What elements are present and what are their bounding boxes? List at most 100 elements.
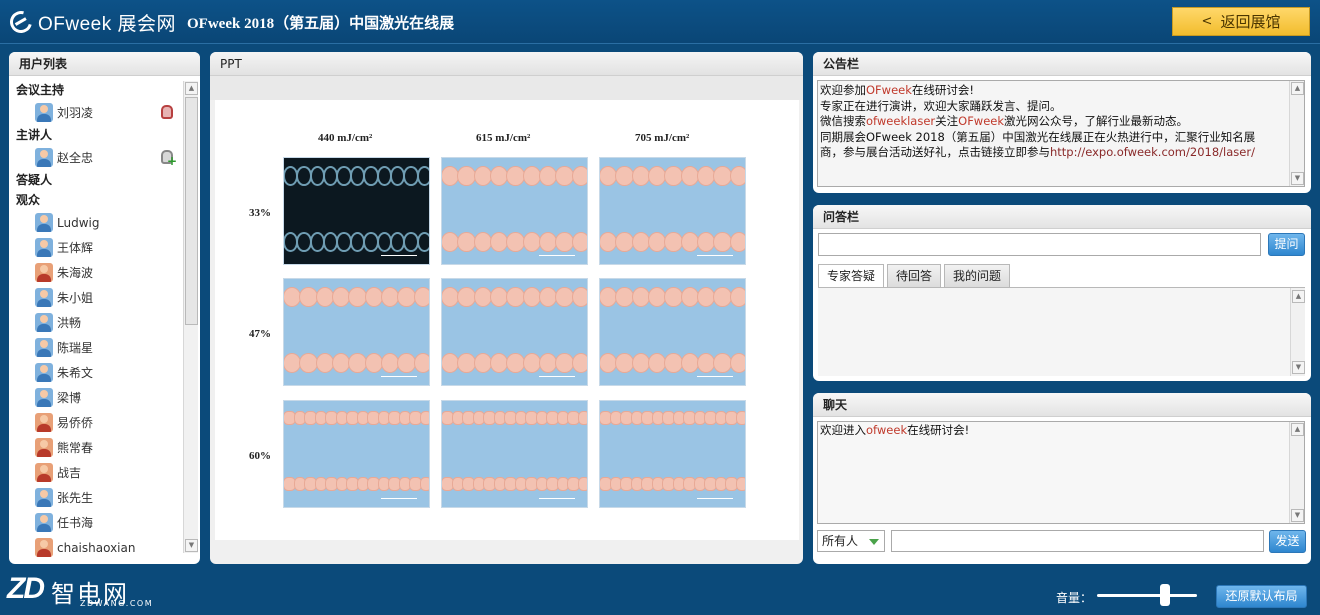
user-row-audience[interactable]: Ludwig <box>9 210 181 235</box>
user-row-host[interactable]: 刘羽凌 <box>9 100 181 125</box>
slide-row-label: 33% <box>249 207 271 219</box>
notice-line: 商，参与展台活动送好礼，点击链接立即参与http://expo.ofweek.c… <box>820 145 1255 159</box>
notice-panel: 公告栏 欢迎参加OFweek在线研讨会! 专家正在进行演讲，欢迎大家踊跃发言、提… <box>813 52 1311 193</box>
user-row-audience[interactable]: 王体辉 <box>9 235 181 260</box>
notice-board: 欢迎参加OFweek在线研讨会! 专家正在进行演讲，欢迎大家踊跃发言、提问。 微… <box>817 80 1305 187</box>
user-name: 易侨侨 <box>57 416 94 430</box>
mic-muted-icon[interactable] <box>161 105 173 119</box>
micrograph-image <box>441 400 588 508</box>
tab-pending[interactable]: 待回答 <box>887 264 942 287</box>
notice-title: 公告栏 <box>813 52 1311 76</box>
question-input[interactable] <box>818 233 1261 256</box>
zd-brand-url: ZDWANG.COM <box>80 599 154 608</box>
ofweek-logo[interactable]: OFweek 展会网 <box>5 6 176 38</box>
bead-strip <box>600 353 745 373</box>
chat-input[interactable] <box>891 530 1264 552</box>
scroll-down-icon[interactable]: ▼ <box>1291 509 1304 522</box>
chat-scrollbar[interactable]: ▲ ▼ <box>1289 422 1304 523</box>
zdwang-logo[interactable]: ZD 智电网 ZDWANG.COM <box>7 572 152 609</box>
scroll-down-icon[interactable]: ▼ <box>1292 361 1305 374</box>
expo-link[interactable]: http://expo.ofweek.com/2018/laser/ <box>1050 145 1255 159</box>
chevron-left-icon: < <box>1201 14 1213 29</box>
user-row-audience[interactable]: 朱希文 <box>9 360 181 385</box>
user-row-audience[interactable]: 熊常春 <box>9 435 181 460</box>
user-row-audience[interactable]: 朱小姐 <box>9 285 181 310</box>
slide-row-label: 60% <box>249 450 271 462</box>
user-name: 刘羽凌 <box>57 106 94 120</box>
user-avatar-icon <box>35 488 53 507</box>
user-avatar-icon <box>35 263 53 282</box>
mic-add-icon[interactable] <box>161 150 177 168</box>
scroll-up-icon[interactable]: ▲ <box>1291 82 1304 95</box>
bead-strip <box>442 477 587 491</box>
micrograph-image <box>283 400 430 508</box>
scroll-up-icon[interactable]: ▲ <box>1291 423 1304 436</box>
bead-strip <box>284 477 429 491</box>
chat-messages: 欢迎进入ofweek在线研讨会! ▲ ▼ <box>817 421 1305 524</box>
user-name: 洪畅 <box>57 316 82 330</box>
user-avatar-icon <box>35 513 53 532</box>
user-row-audience[interactable]: 任书海 <box>9 510 181 535</box>
reset-layout-button[interactable]: 还原默认布局 <box>1216 585 1307 608</box>
scale-bar <box>381 255 417 256</box>
bead-strip <box>442 353 587 373</box>
user-name: 朱海波 <box>57 266 94 280</box>
tab-expert-answers[interactable]: 专家答疑 <box>818 264 885 287</box>
bead-strip <box>442 166 587 186</box>
group-speaker-label: 主讲人 <box>16 128 53 142</box>
volume-slider[interactable] <box>1097 584 1197 606</box>
user-row-audience[interactable]: 朱海波 <box>9 260 181 285</box>
micrograph-image <box>283 278 430 386</box>
scale-bar <box>539 255 575 256</box>
audience-list: Ludwig 王体辉朱海波朱小姐洪畅陈瑞星朱希文 梁博易侨侨熊常春战吉张先生 任书海 c… <box>9 210 181 560</box>
ofweek-logo-icon <box>5 6 37 38</box>
notice-scrollbar[interactable]: ▲ ▼ <box>1289 81 1304 186</box>
user-row-audience[interactable]: 洪畅 <box>9 310 181 335</box>
scroll-down-icon[interactable]: ▼ <box>1291 172 1304 185</box>
scroll-thumb[interactable] <box>185 97 198 325</box>
qa-scrollbar[interactable]: ▲ ▼ <box>1290 288 1305 376</box>
slide-column-header: 615 mJ/cm² <box>476 132 531 144</box>
bead-strip <box>600 287 745 307</box>
scroll-up-icon[interactable]: ▲ <box>185 82 198 95</box>
notice-line: 专家正在进行演讲，欢迎大家踊跃发言、提问。 <box>820 98 1062 113</box>
scale-bar <box>539 498 575 499</box>
slide-column-header: 440 mJ/cm² <box>318 132 373 144</box>
user-list-scrollbar[interactable]: ▲ ▼ <box>183 81 198 553</box>
group-audience-label: 观众 <box>16 193 41 207</box>
ppt-slide: 440 mJ/cm² 615 mJ/cm² 705 mJ/cm² 33% 47%… <box>215 100 799 540</box>
user-row-audience[interactable]: 梁博 <box>9 385 181 410</box>
event-title: OFweek 2018（第五届）中国激光在线展 <box>187 16 455 32</box>
user-avatar-icon <box>35 213 53 232</box>
bead-strip <box>600 411 745 425</box>
recipient-select[interactable]: 所有人 <box>817 530 885 552</box>
user-avatar-icon <box>35 103 53 122</box>
group-host-label: 会议主持 <box>16 83 65 97</box>
user-row-audience[interactable]: chaishaoxian <box>9 535 181 560</box>
ppt-panel: PPT 440 mJ/cm² 615 mJ/cm² 705 mJ/cm² 33%… <box>210 52 803 564</box>
back-to-hall-button[interactable]: < 返回展馆 <box>1172 7 1310 36</box>
chevron-down-icon <box>869 539 879 545</box>
user-name: 朱小姐 <box>57 291 94 305</box>
bead-strip <box>284 232 429 252</box>
scroll-down-icon[interactable]: ▼ <box>185 539 198 552</box>
user-name: 战吉 <box>57 466 82 480</box>
micrograph-image <box>441 278 588 386</box>
user-row-audience[interactable]: 陈瑞星 <box>9 335 181 360</box>
qa-panel: 问答栏 提问 专家答疑 待回答 我的问题 ▲ ▼ <box>813 205 1311 381</box>
scale-bar <box>539 376 575 377</box>
bead-strip <box>600 166 745 186</box>
chat-panel: 聊天 欢迎进入ofweek在线研讨会! ▲ ▼ 所有人 发送 <box>813 393 1311 564</box>
user-row-audience[interactable]: 张先生 <box>9 485 181 510</box>
user-row-speaker[interactable]: 赵全忠 <box>9 145 181 170</box>
user-row-audience[interactable]: 战吉 <box>9 460 181 485</box>
tab-my-questions[interactable]: 我的问题 <box>944 264 1011 287</box>
bead-strip <box>442 287 587 307</box>
scroll-up-icon[interactable]: ▲ <box>1292 290 1305 303</box>
user-row-audience[interactable]: 易侨侨 <box>9 410 181 435</box>
scale-bar <box>381 498 417 499</box>
send-button[interactable]: 发送 <box>1269 530 1306 553</box>
user-name: 陈瑞星 <box>57 341 94 355</box>
volume-slider-handle[interactable] <box>1160 584 1170 606</box>
ask-button[interactable]: 提问 <box>1268 233 1305 256</box>
